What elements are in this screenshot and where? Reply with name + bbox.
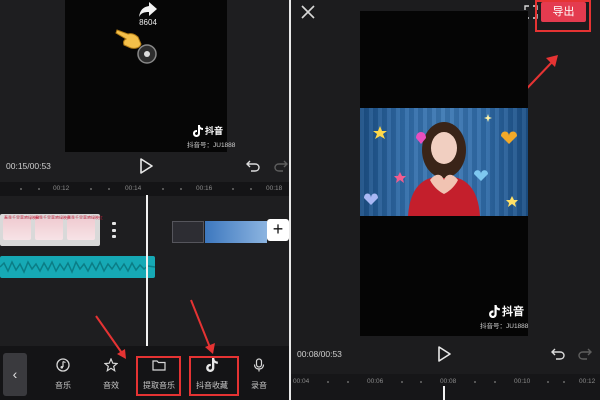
redo-button[interactable]: [274, 159, 288, 172]
editor-panel-left: 8604 抖音 抖音号：JU1888 00:15/00:53 00:12 00:…: [0, 0, 291, 400]
annotation-arrow: [95, 315, 126, 359]
clip-thumbnail: [35, 219, 63, 240]
audio-track[interactable]: [0, 256, 155, 278]
music-disc-icon: [137, 44, 157, 64]
video-preview[interactable]: 8604 抖音 抖音号：JU1888: [65, 0, 235, 152]
video-clip[interactable]: [172, 221, 204, 243]
ruler-tick: 00:10: [514, 378, 531, 385]
music-note-icon: [56, 358, 70, 372]
back-button[interactable]: ‹: [3, 353, 27, 396]
share-arrow-icon: [139, 2, 157, 17]
audio-waveform: [0, 260, 155, 274]
ruler-tick: 00:16: [196, 185, 213, 192]
tool-music[interactable]: 音乐: [40, 358, 86, 393]
add-clip-button[interactable]: +: [267, 219, 289, 241]
time-display: 00:15/00:53: [6, 161, 51, 171]
video-clip[interactable]: [205, 221, 267, 243]
ruler-tick: 00:06: [367, 378, 384, 385]
tool-label: 录音: [251, 381, 267, 390]
playhead[interactable]: [443, 386, 445, 400]
video-scene: [364, 114, 518, 216]
watermark-text: 抖音: [502, 306, 524, 318]
highlight-export: [535, 0, 591, 32]
tool-label: 音效: [103, 381, 119, 390]
tool-label: 音乐: [55, 381, 71, 390]
timeline-ruler[interactable]: 00:12 00:14 00:16 00:18: [0, 182, 291, 196]
douyin-watermark: 抖音: [489, 303, 524, 319]
microphone-icon: [253, 358, 265, 372]
douyin-watermark: 抖音: [193, 124, 223, 137]
undo-button[interactable]: [246, 159, 260, 172]
transition-marker[interactable]: [112, 222, 117, 238]
ruler-tick: 00:08: [440, 378, 457, 385]
clip-thumbnail: [3, 219, 31, 240]
ruler-tick: 00:04: [293, 378, 310, 385]
account-id: 抖音号：JU1888: [480, 323, 529, 330]
redo-button[interactable]: [578, 347, 592, 360]
video-clip[interactable]: 春季千里莺啼绿映红 春季千里莺啼绿映红 春季千里莺啼绿映红: [0, 214, 103, 246]
ruler-tick: 00:18: [266, 185, 283, 192]
timeline-ruler[interactable]: 00:04 00:06 00:08 00:10 00:12: [291, 374, 600, 400]
highlight-extract-music: [136, 356, 181, 396]
douyin-logo-icon: [489, 304, 500, 318]
close-icon[interactable]: [300, 4, 316, 20]
account-id: 抖音号：JU1888: [187, 142, 236, 149]
undo-button[interactable]: [551, 347, 565, 360]
play-button[interactable]: [437, 346, 451, 362]
douyin-logo-icon: [193, 124, 203, 137]
ruler-tick: 00:14: [125, 185, 142, 192]
clip-thumbnail: [67, 219, 95, 240]
tool-record[interactable]: 录音: [236, 358, 282, 393]
ruler-tick: 00:12: [579, 378, 596, 385]
ruler-tick: 00:12: [53, 185, 70, 192]
annotation-arrow: [190, 299, 215, 354]
highlight-douyin-favorites: [189, 356, 239, 396]
play-button[interactable]: [139, 158, 153, 174]
time-display: 00:08/00:53: [297, 349, 342, 359]
video-frame: [360, 108, 528, 216]
watermark-text: 抖音: [205, 126, 224, 136]
